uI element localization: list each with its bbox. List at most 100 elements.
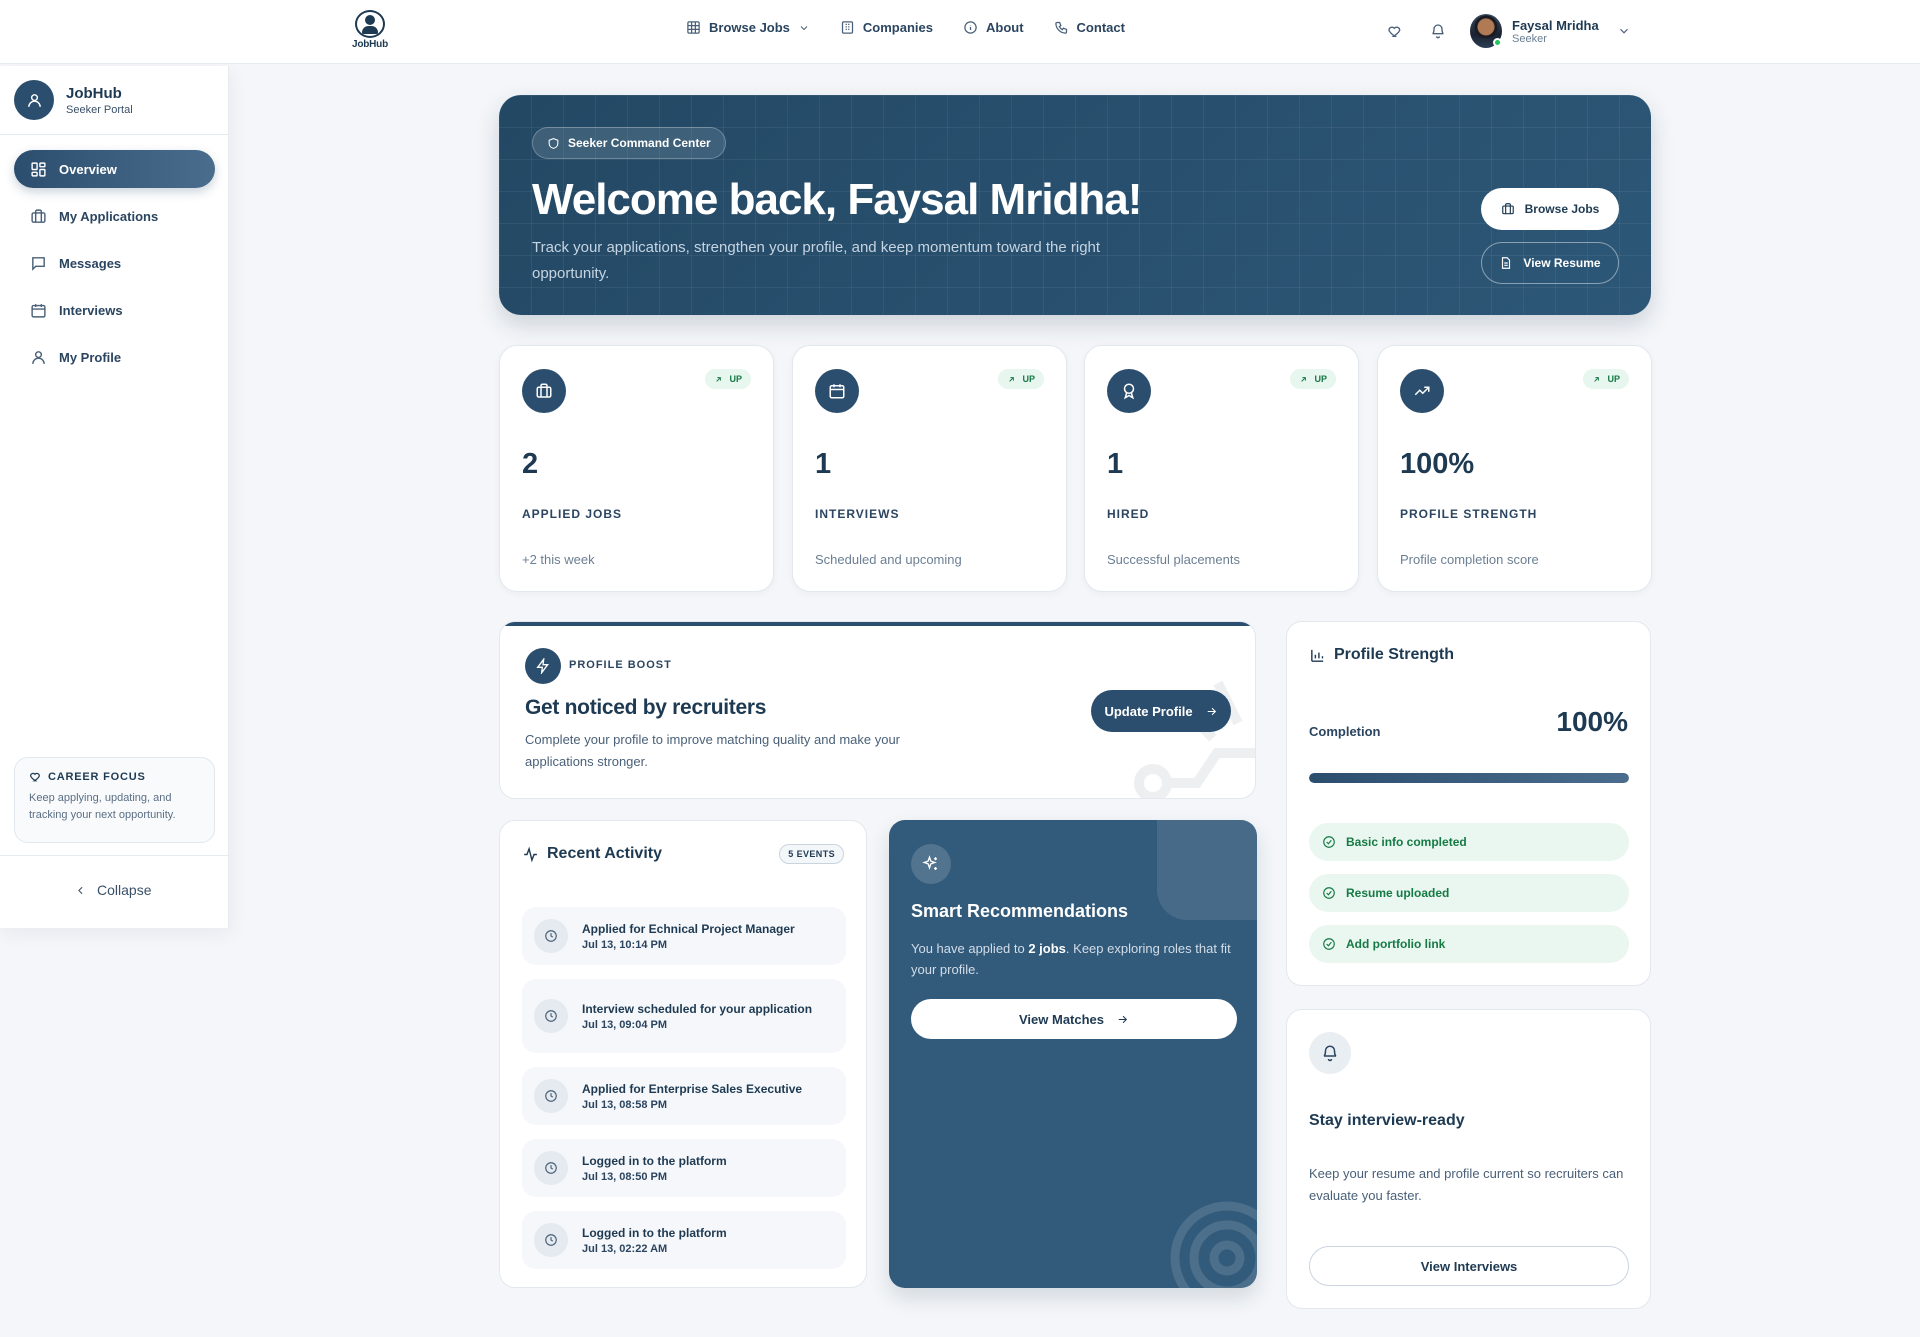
- top-navbar: JobHub Browse Jobs Companies About Conta…: [0, 0, 1920, 64]
- collapse-button[interactable]: Collapse: [74, 882, 151, 898]
- notifications-button[interactable]: [1423, 14, 1453, 48]
- brand-user-icon: [14, 80, 54, 120]
- activity-title: Applied for Enterprise Sales Executive: [582, 1082, 803, 1096]
- activity-time: Jul 13, 09:04 PM: [582, 1019, 667, 1031]
- browse-jobs-button[interactable]: Browse Jobs: [1481, 188, 1619, 230]
- nav-companies[interactable]: Companies: [840, 20, 933, 35]
- completion-label: Completion: [1309, 724, 1381, 739]
- checklist-item-label: Resume uploaded: [1346, 886, 1450, 900]
- smart-text-bold: 2 jobs: [1028, 941, 1066, 956]
- trend-badge: UP: [1290, 369, 1336, 389]
- profile-boost-card: PROFILE BOOST Get noticed by recruiters …: [499, 621, 1256, 799]
- logo-text: JobHub: [351, 39, 389, 50]
- sidebar-item-interviews[interactable]: Interviews: [14, 291, 215, 329]
- sidebar-item-my-applications[interactable]: My Applications: [14, 197, 215, 235]
- stat-value: 2: [522, 448, 539, 480]
- trend-label: UP: [729, 374, 742, 384]
- smart-text: You have applied to 2 jobs. Keep explori…: [911, 938, 1241, 980]
- sidebar-menu: Overview My Applications Messages Interv…: [14, 150, 215, 385]
- activity-title: Logged in to the platform: [582, 1154, 727, 1168]
- view-resume-button[interactable]: View Resume: [1481, 242, 1619, 284]
- calendar-icon: [31, 303, 46, 318]
- arrow-up-right-icon: [1594, 376, 1600, 382]
- browse-jobs-label: Browse Jobs: [1524, 202, 1600, 216]
- update-profile-button[interactable]: Update Profile: [1091, 690, 1231, 732]
- checklist-item: Add portfolio link: [1309, 925, 1629, 963]
- heart-icon: [30, 772, 40, 782]
- stat-value: 1: [1107, 448, 1124, 480]
- activity-icon: [524, 845, 537, 863]
- nav-browse-jobs-label: Browse Jobs: [709, 20, 790, 35]
- list-item[interactable]: Applied for Echnical Project Manager Jul …: [522, 907, 846, 965]
- check-circle-icon: [1323, 836, 1335, 848]
- list-item[interactable]: Interview scheduled for your application…: [522, 979, 846, 1053]
- view-interviews-button[interactable]: View Interviews: [1309, 1246, 1629, 1286]
- online-status-dot: [1493, 38, 1502, 47]
- chevron-left-icon: [78, 886, 83, 894]
- clock-icon: [534, 999, 568, 1033]
- lightning-icon: [525, 648, 561, 684]
- activity-time: Jul 13, 08:50 PM: [582, 1171, 667, 1183]
- sidebar-item-overview[interactable]: Overview: [14, 150, 215, 188]
- list-item[interactable]: Applied for Enterprise Sales Executive Ju…: [522, 1067, 846, 1125]
- nav-contact[interactable]: Contact: [1054, 20, 1125, 35]
- bar-chart-icon: [1311, 649, 1324, 662]
- recent-activity-title: Recent Activity: [547, 845, 662, 862]
- briefcase-icon: [31, 208, 46, 223]
- boost-title: Get noticed by recruiters: [525, 696, 767, 719]
- sidebar-item-label: Overview: [59, 161, 117, 177]
- user-role: Seeker: [1512, 32, 1547, 45]
- activity-time: Jul 13, 02:22 AM: [582, 1243, 668, 1255]
- info-icon: [964, 21, 977, 34]
- building-icon: [841, 21, 854, 34]
- divider: [0, 134, 228, 135]
- nav-companies-label: Companies: [862, 20, 933, 35]
- user-menu[interactable]: Faysal Mridha Seeker: [1470, 14, 1631, 48]
- stat-label: PROFILE STRENGTH: [1400, 507, 1538, 521]
- decorative-rings-icon: [1170, 1201, 1257, 1288]
- sidebar-item-messages[interactable]: Messages: [14, 244, 215, 282]
- progress-fill: [1309, 773, 1629, 783]
- bell-icon: [1309, 1032, 1351, 1074]
- nav-about[interactable]: About: [963, 20, 1024, 35]
- heart-icon: [1388, 26, 1401, 37]
- sidebar-brand: JobHub Seeker Portal: [14, 80, 133, 120]
- nav-browse-jobs[interactable]: Browse Jobs: [686, 20, 810, 35]
- checklist-item: Resume uploaded: [1309, 874, 1629, 912]
- message-icon: [32, 256, 45, 271]
- stat-label: INTERVIEWS: [815, 507, 900, 521]
- list-item[interactable]: Logged in to the platform Jul 13, 08:50 P…: [522, 1139, 846, 1197]
- interview-ready-text: Keep your resume and profile current so …: [1309, 1166, 1624, 1203]
- checklist-item-label: Add portfolio link: [1346, 937, 1446, 951]
- check-circle-icon: [1323, 887, 1335, 899]
- trend-label: UP: [1022, 374, 1035, 384]
- sidebar-item-label: Interviews: [59, 302, 123, 318]
- stat-note: Scheduled and upcoming: [815, 552, 962, 567]
- jobhub-logo[interactable]: JobHub: [348, 10, 392, 54]
- clock-icon: [534, 1079, 568, 1113]
- activity-title: Applied for Echnical Project Manager: [582, 922, 795, 936]
- sidebar-item-label: My Profile: [59, 349, 122, 365]
- hero-badge-text: Seeker Command Center: [568, 136, 711, 150]
- clock-icon: [534, 1151, 568, 1185]
- interview-ready-card: Stay interview-ready Keep your resume an…: [1286, 1009, 1651, 1309]
- briefcase-icon: [1501, 203, 1514, 215]
- favorites-button[interactable]: [1380, 14, 1410, 48]
- accent-bar: [500, 622, 1255, 626]
- shield-icon: [548, 137, 559, 149]
- hero-subtitle: Track your applications, strengthen your…: [532, 239, 1101, 282]
- sidebar-item-my-profile[interactable]: My Profile: [14, 338, 215, 376]
- calendar-icon: [815, 369, 859, 413]
- activity-time: Jul 13, 08:58 PM: [582, 1099, 667, 1111]
- completion-progress-bar: [1309, 773, 1629, 783]
- top-right-actions: Faysal Mridha Seeker: [1380, 14, 1631, 48]
- view-matches-button[interactable]: View Matches: [911, 999, 1237, 1039]
- stat-card-hired: UP 1 HIRED Successful placements: [1084, 345, 1359, 592]
- brand-subtitle: Seeker Portal: [66, 103, 133, 116]
- briefcase-icon: [522, 369, 566, 413]
- welcome-hero: Seeker Command Center Welcome back, Fays…: [499, 95, 1651, 315]
- career-focus-title-text: CAREER FOCUS: [48, 770, 146, 783]
- trending-up-icon: [1400, 369, 1444, 413]
- list-item[interactable]: Logged in to the platform Jul 13, 02:22 A…: [522, 1211, 846, 1269]
- bell-icon: [1432, 24, 1444, 39]
